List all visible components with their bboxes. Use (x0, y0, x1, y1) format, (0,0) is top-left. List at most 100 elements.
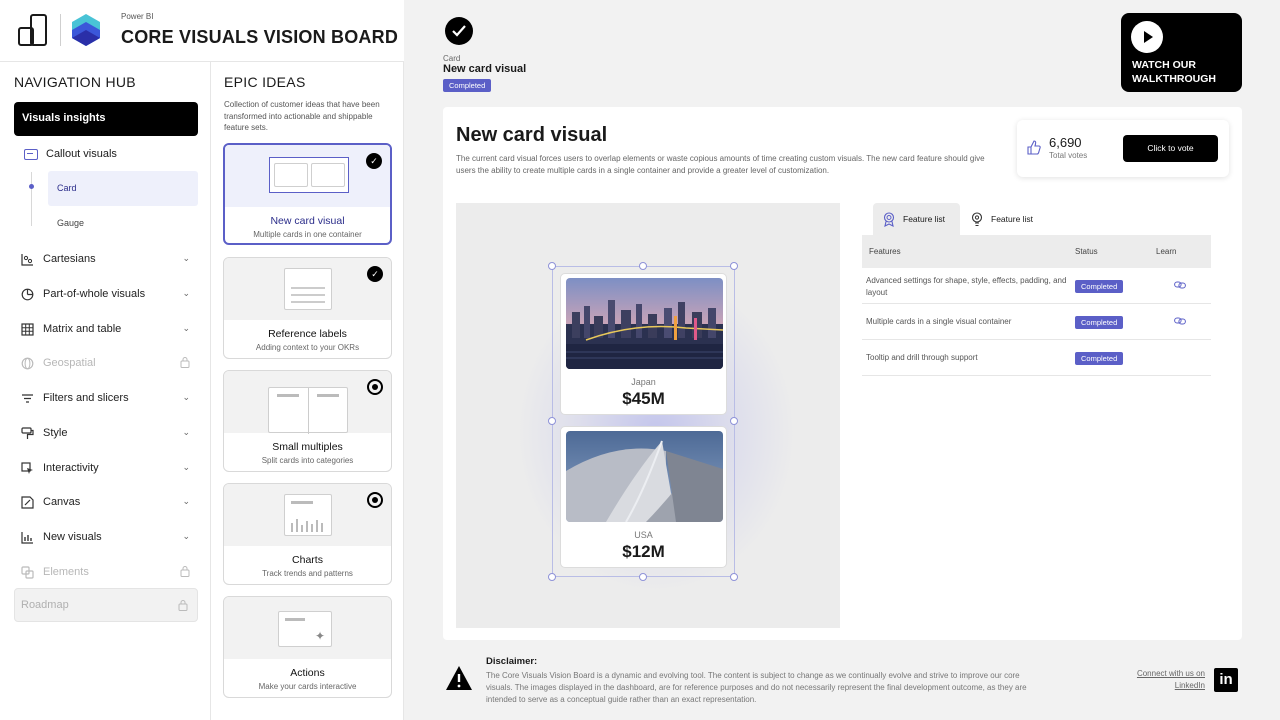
nav-item-cartesians[interactable]: Cartesians ⌄ (20, 248, 192, 270)
watch-label: WATCH OUR WALKTHROUGH (1132, 59, 1216, 85)
card-category-label: Japan (631, 377, 656, 387)
chevron-down-icon: ⌄ (182, 531, 190, 541)
kpi-card-japan[interactable]: Japan $45M (560, 273, 727, 415)
cursor-icon (20, 461, 34, 475)
status-badge: Completed (443, 79, 492, 92)
elements-icon (20, 565, 34, 579)
in-progress-icon (367, 379, 383, 395)
card-preview-icon (269, 157, 349, 193)
tab-feature-list-active[interactable]: Feature list (873, 203, 960, 235)
completed-check-icon: ✓ (366, 153, 382, 169)
link-icon[interactable] (1174, 281, 1186, 289)
chevron-down-icon: ⌄ (182, 253, 190, 263)
idea-card-reference-labels[interactable]: ✓ Reference labels Adding context to you… (223, 257, 392, 359)
linkedin-icon[interactable]: in (1214, 668, 1238, 692)
feature-name: Advanced settings for shape, style, effe… (866, 276, 1067, 297)
lock-icon (180, 566, 190, 577)
nav-item-interactivity[interactable]: Interactivity ⌄ (20, 457, 192, 479)
resize-handle[interactable] (548, 417, 556, 425)
idea-name: Small multiples (272, 441, 343, 453)
nav-item-label: Cartesians (43, 253, 96, 265)
architecture-image (566, 431, 723, 522)
nav-item-style[interactable]: Style ⌄ (20, 422, 192, 444)
column-header-features: Features (869, 247, 901, 256)
detail-panel: New card visual The current card visual … (443, 107, 1242, 640)
table-row: Multiple cards in a single visual contai… (862, 304, 1211, 340)
idea-card-charts[interactable]: Charts Track trends and patterns (223, 483, 392, 585)
nav-item-label: New visuals (43, 531, 102, 543)
warning-icon (446, 666, 472, 690)
card-icon (24, 148, 38, 160)
nav-subitem-card[interactable]: Card (48, 171, 198, 206)
idea-card-actions[interactable]: ✦ Actions Make your cards interactive (223, 596, 392, 698)
idea-thumbnail (224, 484, 391, 546)
nav-item-label: Geospatial (43, 357, 96, 369)
city-skyline-image (566, 278, 723, 369)
resize-handle[interactable] (639, 573, 647, 581)
kpi-card-usa[interactable]: USA $12M (560, 426, 727, 568)
idea-subtitle: Adding context to your OKRs (255, 343, 360, 352)
nav-item-label: Part-of-whole visuals (43, 288, 146, 300)
resize-handle[interactable] (548, 262, 556, 270)
idea-card-new-card-visual[interactable]: ✓ New card visual Multiple cards in one … (223, 143, 392, 245)
report-logo-icon (18, 14, 47, 46)
votes-box: 6,690 Total votes Click to vote (1017, 120, 1229, 177)
completed-check-icon: ✓ (367, 266, 383, 282)
epic-ideas-panel: EPIC IDEAS Collection of customer ideas … (211, 62, 404, 720)
power-bi-logo-icon (72, 14, 100, 46)
tab-feature-list[interactable]: Feature list (961, 203, 1051, 235)
nav-item-part-of-whole[interactable]: Part-of-whole visuals ⌄ (20, 283, 192, 305)
status-badge: Completed (1075, 352, 1124, 365)
idea-thumbnail: ✓ (224, 258, 391, 320)
tab-label: Feature list (903, 214, 946, 224)
roadmap-label: Roadmap (21, 599, 69, 611)
link-icon[interactable] (1174, 317, 1186, 325)
nav-item-matrix-table[interactable]: Matrix and table ⌄ (20, 318, 192, 340)
paint-icon (20, 426, 34, 440)
watch-walkthrough-button[interactable]: WATCH OUR WALKTHROUGH (1121, 13, 1242, 92)
table-header: Features Status Learn (862, 235, 1211, 268)
table-row: Advanced settings for shape, style, effe… (862, 268, 1211, 304)
resize-handle[interactable] (548, 573, 556, 581)
nav-item-callout-visuals[interactable]: Callout visuals (24, 148, 117, 160)
feature-name: Tooltip and drill through support (866, 353, 978, 362)
card-category-label: USA (634, 530, 653, 540)
chevron-down-icon: ⌄ (182, 427, 190, 437)
nav-item-visuals-insights[interactable]: Visuals insights (14, 102, 198, 136)
tree-line (31, 172, 32, 226)
resize-handle[interactable] (730, 573, 738, 581)
page-description: The current card visual forces users to … (456, 154, 985, 175)
chevron-down-icon: ⌄ (182, 288, 190, 298)
resize-handle[interactable] (639, 262, 647, 270)
idea-card-small-multiples[interactable]: Small multiples Split cards into categor… (223, 370, 392, 472)
breadcrumb-title: New card visual (443, 63, 527, 75)
navigation-hub: NAVIGATION HUB Visuals insights Callout … (0, 62, 211, 720)
tab-label: Feature list (991, 214, 1034, 224)
tree-dot-icon (29, 184, 34, 189)
multiples-preview-icon (268, 387, 348, 434)
table-icon (20, 322, 34, 336)
resize-handle[interactable] (730, 417, 738, 425)
resize-handle[interactable] (730, 262, 738, 270)
idea-subtitle: Split cards into categories (261, 456, 354, 465)
feature-table: Features Status Learn Advanced settings … (862, 235, 1211, 376)
nav-item-label: Canvas (43, 496, 81, 508)
nav-item-canvas[interactable]: Canvas ⌄ (20, 491, 192, 513)
header-divider (60, 14, 61, 46)
epic-title: EPIC IDEAS (224, 74, 306, 90)
nav-item-label: Elements (43, 566, 89, 578)
votes-count: 6,690 (1049, 135, 1082, 150)
board-title: CORE VISUALS VISION BOARD (121, 27, 399, 47)
linkedin-link[interactable]: Connect with us on LinkedIn (1119, 668, 1205, 691)
epic-description: Collection of customer ideas that have b… (224, 100, 380, 132)
nav-item-new-visuals[interactable]: New visuals ⌄ (20, 526, 192, 548)
status-badge: Completed (1075, 316, 1124, 329)
nav-subitem-gauge[interactable]: Gauge (57, 218, 84, 228)
vote-button[interactable]: Click to vote (1123, 135, 1218, 162)
idea-thumbnail: ✓ (225, 145, 390, 207)
award-icon (883, 211, 895, 227)
nav-item-filters-slicers[interactable]: Filters and slicers ⌄ (20, 387, 192, 409)
completed-check-icon (445, 17, 473, 45)
lock-icon (180, 357, 190, 368)
app-name: Power BI (121, 12, 154, 21)
